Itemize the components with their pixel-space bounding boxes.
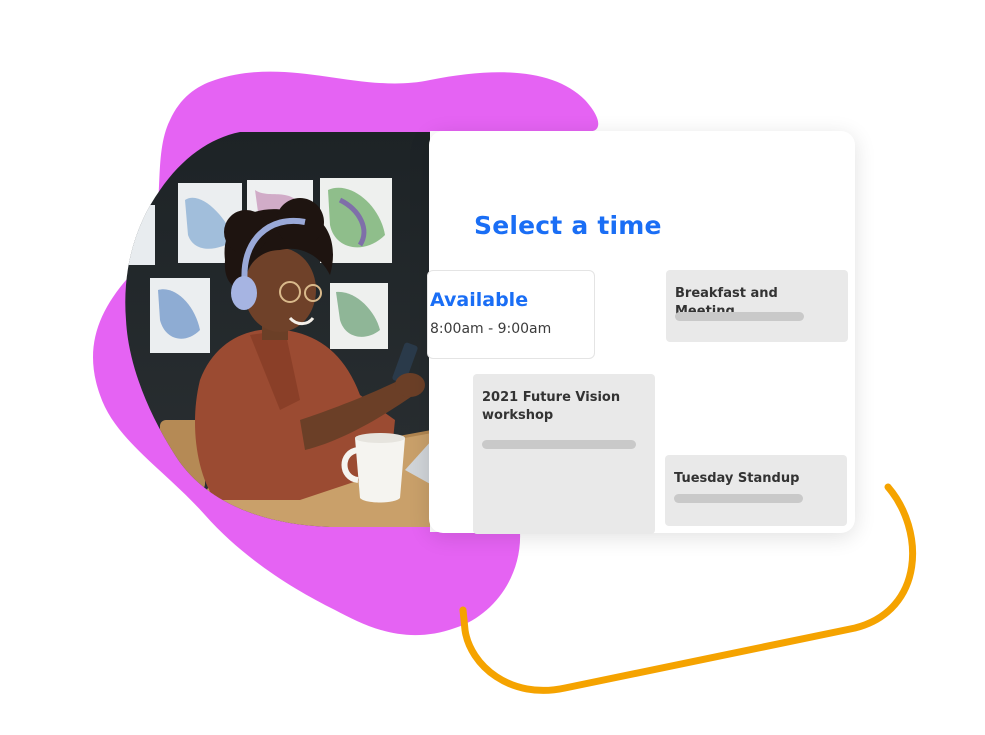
available-slot-card[interactable]: Available 8:00am - 9:00am <box>427 270 595 359</box>
event-placeholder-bar <box>482 440 636 449</box>
event-card-tuesday-standup[interactable]: Tuesday Standup <box>665 455 847 526</box>
event-card-breakfast[interactable]: Breakfast and Meeting <box>666 270 848 342</box>
time-picker-card: Select a time Available 8:00am - 9:00am … <box>427 131 855 534</box>
event-placeholder-bar <box>675 312 804 321</box>
event-card-future-vision[interactable]: 2021 Future Vision workshop <box>473 374 655 534</box>
available-label: Available <box>430 289 529 311</box>
page-title: Select a time <box>474 211 662 240</box>
event-title: Tuesday Standup <box>674 471 800 486</box>
available-time-range: 8:00am - 9:00am <box>430 321 552 337</box>
event-title: 2021 Future Vision workshop <box>482 390 621 423</box>
event-placeholder-bar <box>674 494 803 503</box>
hero-illustration: Select a time Available 8:00am - 9:00am … <box>0 0 985 735</box>
